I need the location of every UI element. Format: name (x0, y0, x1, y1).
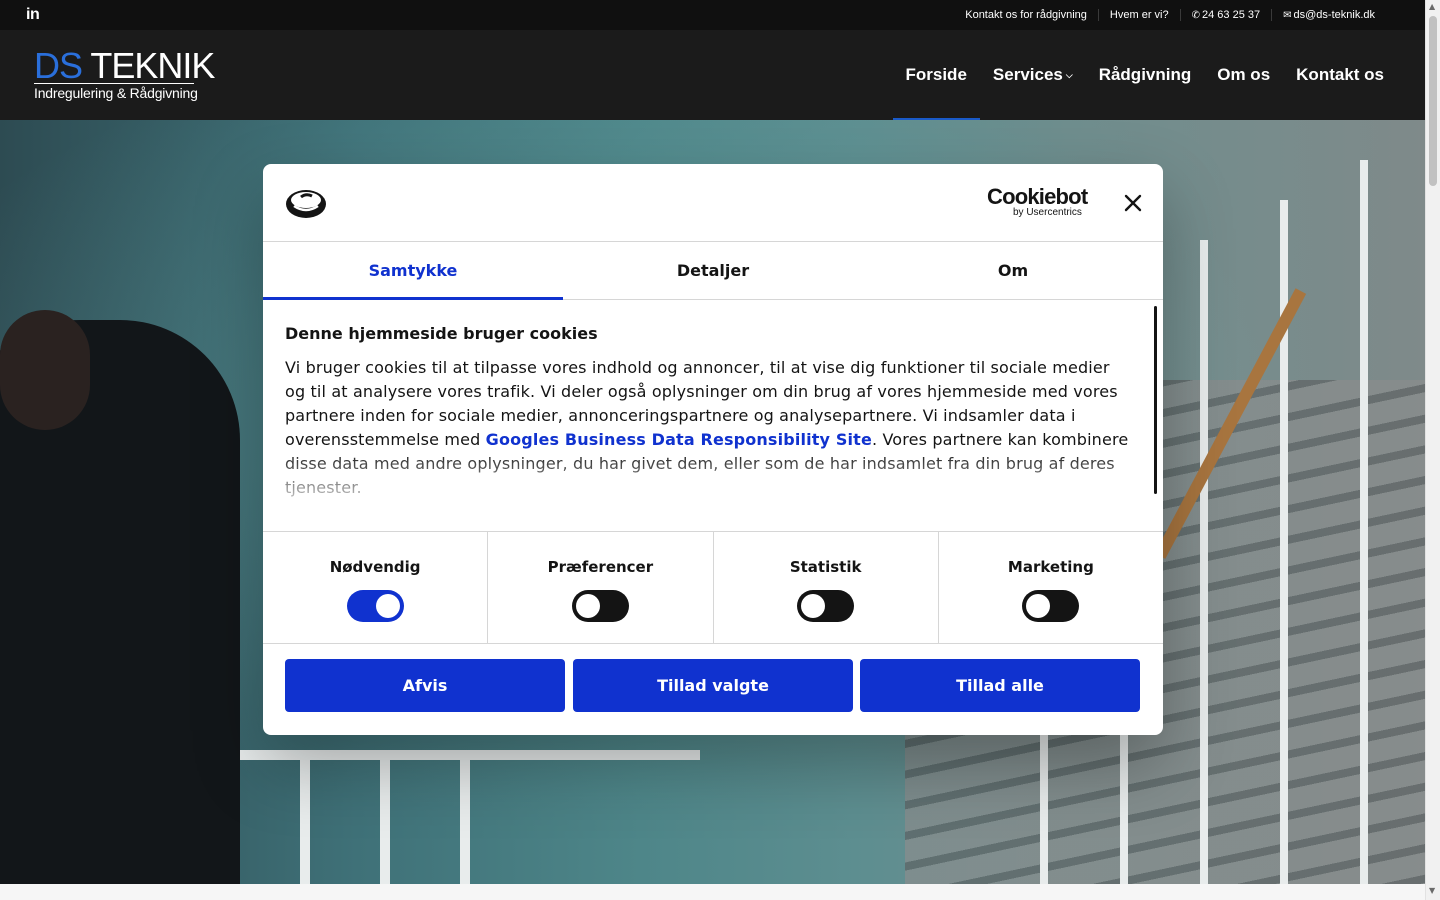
category-statistics: Statistik (712, 532, 938, 643)
allow-selected-button[interactable]: Tillad valgte (573, 659, 853, 712)
google-data-responsibility-link[interactable]: Googles Business Data Responsibility Sit… (486, 430, 872, 449)
page-scrollbar[interactable]: ▲ ▼ (1425, 0, 1440, 900)
close-button[interactable] (1121, 191, 1145, 215)
dialog-scrollbar[interactable] (1154, 306, 1157, 494)
nav-item-forside[interactable]: Forside (892, 30, 981, 120)
dialog-tabs: Samtykke Detaljer Om (263, 242, 1163, 300)
nav-item-om-os[interactable]: Om os (1204, 30, 1283, 120)
site-header: DS TEKNIK Indregulering & Rådgivning For… (0, 30, 1425, 120)
logo-ds: DS (34, 45, 83, 86)
phone-icon: ✆ (1191, 10, 1200, 21)
chevron-down-icon: ⌵ (1065, 69, 1073, 80)
category-label: Marketing (1007, 558, 1094, 576)
logo-tagline: Indregulering & Rådgivning (34, 85, 198, 101)
category-necessary: Nødvendig (263, 532, 487, 643)
top-links: Kontakt os for rådgivning Hvem er vi? ✆ 2… (954, 0, 1386, 30)
linkedin-icon[interactable]: in (26, 6, 40, 24)
tab-samtykke[interactable]: Samtykke (263, 242, 563, 300)
nav-item-services[interactable]: Services ⌵ (980, 30, 1086, 120)
reject-button[interactable]: Afvis (285, 659, 565, 712)
toggle-statistics[interactable] (797, 590, 855, 622)
close-icon (1124, 194, 1142, 212)
category-label: Statistik (789, 558, 862, 576)
category-label: Præferencer (547, 558, 654, 576)
dialog-header: Cookiebot by Usercentrics (263, 164, 1163, 242)
cookiebot-mark-icon (286, 190, 326, 218)
cookie-consent-dialog: Cookiebot by Usercentrics Samtykke Detal… (263, 164, 1163, 735)
site-logo[interactable]: DS TEKNIK Indregulering & Rådgivning (34, 45, 215, 104)
toggle-preferences[interactable] (571, 590, 629, 622)
mail-icon: ✉ (1283, 10, 1292, 21)
scroll-down-icon[interactable]: ▼ (1429, 886, 1435, 895)
top-link-about[interactable]: Hvem er vi? (1097, 9, 1180, 21)
main-nav: Forside Services ⌵ Rådgivning Om os Konta… (892, 30, 1398, 120)
logo-teknik: TEKNIK (90, 45, 215, 86)
logo-rule (34, 83, 194, 84)
toggle-necessary[interactable] (346, 590, 404, 622)
dialog-body: Denne hjemmeside bruger cookies Vi bruge… (263, 300, 1163, 532)
top-bar: in Kontakt os for rådgivning Hvem er vi?… (0, 0, 1425, 30)
category-preferences: Præferencer (487, 532, 712, 643)
scrollbar-thumb[interactable] (1429, 16, 1437, 186)
category-label: Nødvendig (329, 558, 421, 576)
top-link-advice[interactable]: Kontakt os for rådgivning (954, 9, 1098, 21)
tab-detaljer[interactable]: Detaljer (563, 242, 863, 299)
tab-om[interactable]: Om (863, 242, 1163, 299)
category-marketing: Marketing (937, 532, 1163, 643)
nav-item-raadgivning[interactable]: Rådgivning (1086, 30, 1205, 120)
toggle-marketing[interactable] (1022, 590, 1080, 622)
top-link-phone[interactable]: ✆ 24 63 25 37 (1179, 9, 1272, 21)
nav-item-kontakt-os[interactable]: Kontakt os (1283, 30, 1397, 120)
dialog-heading: Denne hjemmeside bruger cookies (285, 324, 598, 343)
consent-categories: Nødvendig Præferencer Statistik Marketin… (263, 532, 1163, 644)
top-link-email[interactable]: ✉ ds@ds-teknik.dk (1271, 9, 1386, 21)
allow-all-button[interactable]: Tillad alle (860, 659, 1140, 712)
dialog-buttons: Afvis Tillad valgte Tillad alle (263, 644, 1163, 734)
cookiebot-logo[interactable]: Cookiebot by Usercentrics (987, 185, 1091, 219)
scroll-up-icon[interactable]: ▲ (1429, 2, 1435, 11)
